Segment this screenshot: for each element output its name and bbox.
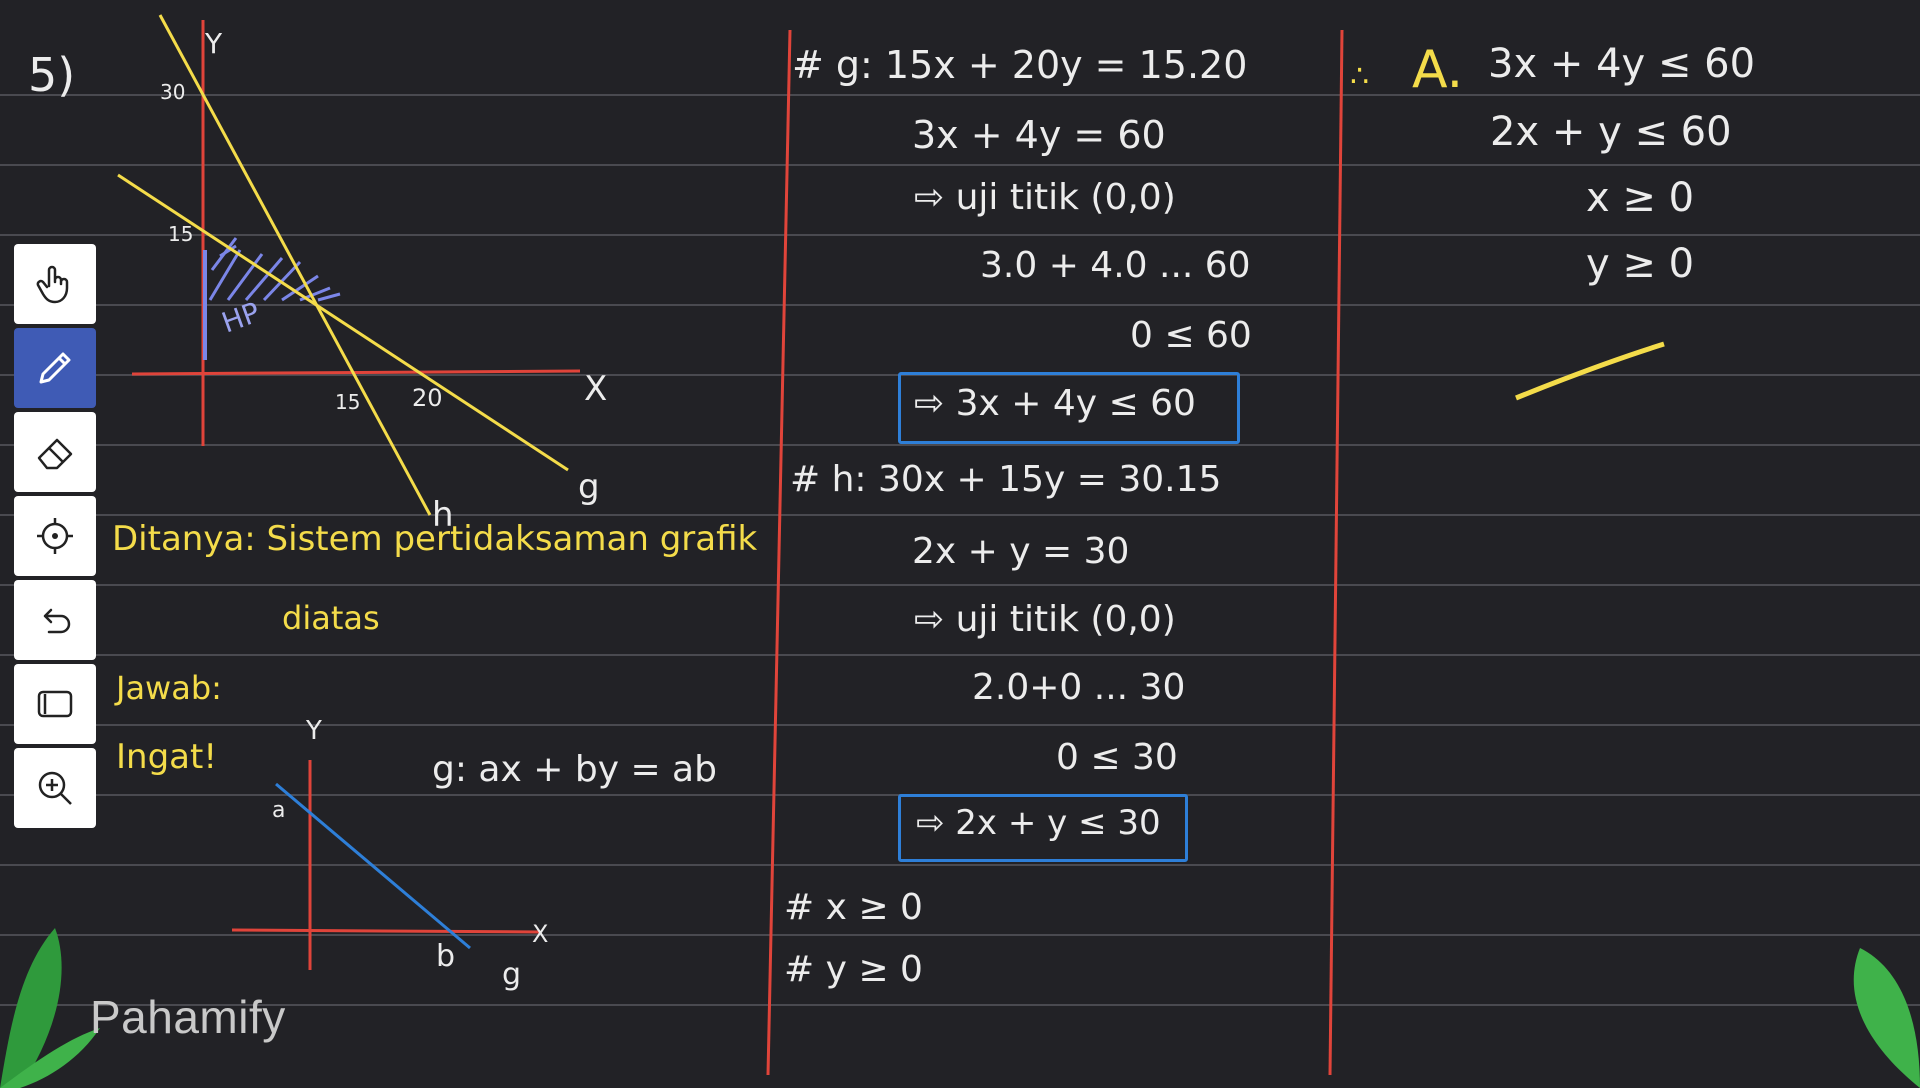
h-line4: 2.0+0 ... 30 <box>972 667 1186 708</box>
therefore-symbol: ∴ <box>1350 59 1370 94</box>
g-line2: 3x + 4y = 60 <box>912 113 1166 157</box>
answer-option: A. <box>1412 40 1464 100</box>
mini-y-label: Y <box>306 716 322 746</box>
answer-ineq1: 3x + 4y ≤ 60 <box>1488 41 1756 87</box>
h-line2: 2x + y = 30 <box>912 531 1130 572</box>
drawing-toolbar <box>14 244 96 828</box>
hand-icon <box>36 265 69 304</box>
h-line1: # h: 30x + 15y = 30.15 <box>790 459 1222 500</box>
line-g-label: g <box>578 467 600 507</box>
y-condition: # y ≥ 0 <box>784 949 923 990</box>
answer-ineq2: 2x + y ≤ 60 <box>1490 109 1732 155</box>
mini-b-label: b <box>436 939 456 974</box>
h-line3: ⇨ uji titik (0,0) <box>914 599 1176 640</box>
undo-icon <box>43 608 71 634</box>
answer-ineq4: y ≥ 0 <box>1586 241 1695 287</box>
graph-x-tick-20: 20 <box>412 384 443 412</box>
graph-x-label: X <box>584 369 608 409</box>
answer-ineq3: x ≥ 0 <box>1586 175 1695 221</box>
graph-y-label: Y <box>205 27 223 60</box>
eraser-tool-button[interactable] <box>14 412 96 492</box>
question-line1: Ditanya: Sistem pertidaksaman grafik <box>112 519 758 559</box>
undo-button[interactable] <box>14 580 96 660</box>
g-line5: 0 ≤ 60 <box>1130 315 1252 356</box>
laser-tool-button[interactable] <box>14 496 96 576</box>
x-condition: # x ≥ 0 <box>784 887 923 928</box>
h-line5: 0 ≤ 30 <box>1056 737 1178 778</box>
pen-tool-button[interactable] <box>14 328 96 408</box>
question-line2: diatas <box>282 599 380 637</box>
brand-logo: Pahamify <box>90 991 286 1043</box>
graph-x-tick-15: 15 <box>335 390 361 414</box>
red-divider-right <box>1328 29 1344 1076</box>
line-g <box>117 173 569 472</box>
mini-x-label: X <box>532 920 549 948</box>
main-graph <box>117 14 581 516</box>
graph-y-tick-30: 30 <box>160 80 186 104</box>
g-result: ⇨ 3x + 4y ≤ 60 <box>914 383 1196 424</box>
hand-tool-button[interactable] <box>14 244 96 324</box>
underline-stroke <box>1515 341 1665 401</box>
graph-y-tick-15: 15 <box>168 222 194 246</box>
line-h <box>158 14 432 516</box>
eraser-icon <box>37 438 73 470</box>
g-line4: 3.0 + 4.0 ... 60 <box>980 245 1251 286</box>
h-result: ⇨ 2x + y ≤ 30 <box>916 803 1161 843</box>
g-line1: # g: 15x + 20y = 15.20 <box>792 43 1248 87</box>
laser-pointer-icon <box>37 518 73 554</box>
zoom-tool-button[interactable] <box>14 748 96 828</box>
pen-icon <box>39 352 71 384</box>
leaf-decoration-right <box>1853 948 1920 1088</box>
shape-tool-button[interactable] <box>14 664 96 744</box>
answer-label: Jawab: <box>116 669 222 707</box>
g-line3: ⇨ uji titik (0,0) <box>914 177 1176 218</box>
zoom-in-icon <box>38 771 72 805</box>
mini-g-label: g <box>502 957 522 992</box>
remember-label: Ingat! <box>116 737 217 777</box>
mini-a-label: a <box>272 798 286 823</box>
problem-number: 5) <box>28 48 76 102</box>
intercept-formula: g: ax + by = ab <box>432 749 717 790</box>
shape-icon <box>37 690 73 718</box>
